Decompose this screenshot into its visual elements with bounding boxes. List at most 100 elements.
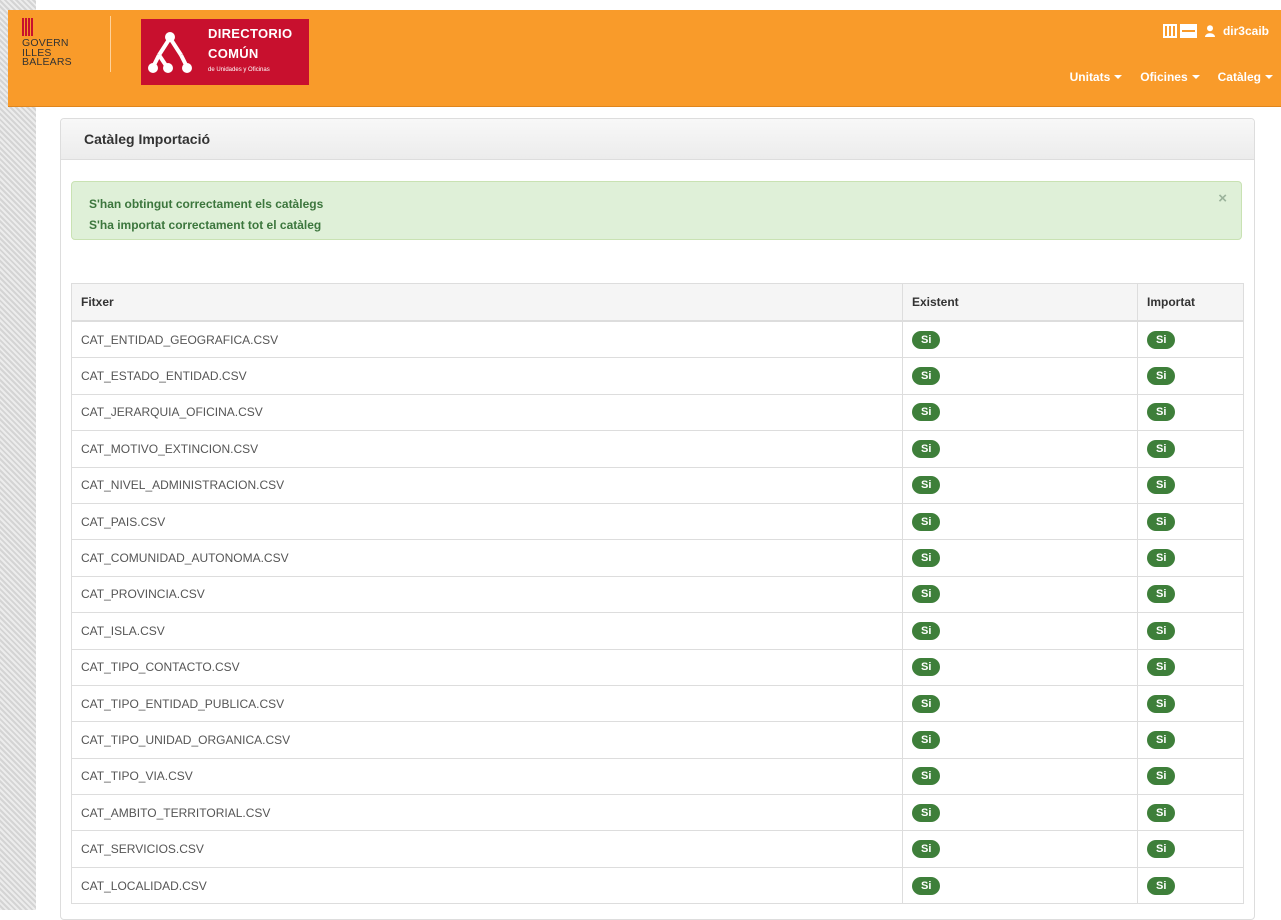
table-row: CAT_MOTIVO_EXTINCION.CSV Si Si bbox=[71, 430, 1244, 468]
importat-cell: Si bbox=[1137, 757, 1244, 795]
existent-cell: Si bbox=[902, 575, 1138, 613]
nav-oficines[interactable]: Oficines bbox=[1140, 70, 1200, 84]
table-row: CAT_ESTADO_ENTIDAD.CSV Si Si bbox=[71, 357, 1244, 395]
file-name-cell: CAT_LOCALIDAD.CSV bbox=[71, 866, 903, 904]
file-name-cell: CAT_JERARQUIA_OFICINA.CSV bbox=[71, 393, 903, 431]
table-row: CAT_TIPO_UNIDAD_ORGANICA.CSV Si Si bbox=[71, 721, 1244, 759]
existent-cell: Si bbox=[902, 794, 1138, 831]
existent-cell: Si bbox=[902, 757, 1138, 795]
file-name-cell: CAT_NIVEL_ADMINISTRACION.CSV bbox=[71, 466, 903, 504]
existent-status-badge: Si bbox=[912, 512, 941, 531]
existent-cell: Si bbox=[902, 466, 1138, 504]
nav-cataleg[interactable]: Catàleg bbox=[1218, 70, 1273, 84]
table-row: CAT_COMUNIDAD_AUTONOMA.CSV Si Si bbox=[71, 539, 1244, 577]
existent-cell: Si bbox=[902, 648, 1138, 686]
logo-title-line2: COMÚN bbox=[208, 46, 259, 61]
alert-message: S'ha importat correctament tot el catàle… bbox=[89, 218, 322, 232]
existent-cell: Si bbox=[902, 320, 1138, 358]
existent-cell: Si bbox=[902, 684, 1138, 722]
file-name-cell: CAT_AMBITO_TERRITORIAL.CSV bbox=[71, 794, 903, 831]
file-name-cell: CAT_COMUNIDAD_AUTONOMA.CSV bbox=[71, 539, 903, 577]
catalog-import-panel: Catàleg Importació S'han obtingut correc… bbox=[60, 118, 1255, 920]
file-name-cell: CAT_SERVICIOS.CSV bbox=[71, 830, 903, 868]
catalog-table-body: CAT_ENTIDAD_GEOGRAFICA.CSV Si Si CAT_ESTADO… bbox=[71, 320, 1244, 904]
importat-cell: Si bbox=[1137, 648, 1244, 686]
close-icon[interactable]: × bbox=[1218, 190, 1227, 207]
importat-status-badge: Si bbox=[1147, 512, 1176, 531]
importat-status-badge: Si bbox=[1147, 803, 1176, 822]
logo-tagline: de Unidades y Oficinas bbox=[208, 67, 270, 73]
table-header-row: Fitxer Existent Importat bbox=[71, 283, 1244, 322]
side-pattern bbox=[0, 0, 36, 910]
table-row: CAT_PROVINCIA.CSV Si Si bbox=[71, 575, 1244, 613]
importat-status-badge: Si bbox=[1147, 367, 1176, 386]
importat-cell: Si bbox=[1137, 539, 1244, 577]
importat-cell: Si bbox=[1137, 502, 1244, 540]
importat-status-badge: Si bbox=[1147, 876, 1176, 895]
logo-divider bbox=[110, 16, 111, 72]
file-name-cell: CAT_ESTADO_ENTIDAD.CSV bbox=[71, 357, 903, 395]
importat-status-badge: Si bbox=[1147, 694, 1176, 713]
existent-cell: Si bbox=[902, 539, 1138, 577]
importat-cell: Si bbox=[1137, 430, 1244, 468]
alert-message: S'han obtingut correctament els catàlegs bbox=[89, 197, 324, 211]
existent-status-badge: Si bbox=[912, 403, 941, 422]
existent-cell: Si bbox=[902, 866, 1138, 904]
user-area: dir3caib bbox=[1162, 24, 1269, 38]
table-row: CAT_NIVEL_ADMINISTRACION.CSV Si Si bbox=[71, 466, 1244, 504]
panel-title: Catàleg Importació bbox=[61, 119, 1254, 160]
nav-unitats[interactable]: Unitats bbox=[1070, 70, 1123, 84]
existent-status-badge: Si bbox=[912, 549, 941, 568]
catalog-table: Fitxer Existent Importat CAT_ENTIDAD_GEO… bbox=[71, 283, 1244, 905]
caret-down-icon bbox=[1265, 75, 1273, 79]
main-nav: Unitats Oficines Catàleg bbox=[1070, 70, 1273, 84]
importat-cell: Si bbox=[1137, 794, 1244, 831]
importat-status-badge: Si bbox=[1147, 476, 1176, 495]
flag-icon bbox=[22, 18, 34, 36]
importat-cell: Si bbox=[1137, 575, 1244, 613]
importat-status-badge: Si bbox=[1147, 403, 1176, 422]
tree-network-icon bbox=[148, 32, 192, 73]
importat-cell: Si bbox=[1137, 393, 1244, 431]
file-name-cell: CAT_TIPO_ENTIDAD_PUBLICA.CSV bbox=[71, 684, 903, 722]
importat-cell: Si bbox=[1137, 684, 1244, 722]
file-name-cell: CAT_TIPO_CONTACTO.CSV bbox=[71, 648, 903, 686]
importat-cell: Si bbox=[1137, 357, 1244, 395]
layout-columns-icon[interactable] bbox=[1162, 24, 1197, 38]
existent-cell: Si bbox=[902, 830, 1138, 868]
header-importat: Importat bbox=[1137, 283, 1244, 322]
user-icon bbox=[1204, 25, 1215, 37]
importat-status-badge: Si bbox=[1147, 439, 1176, 458]
importat-status-badge: Si bbox=[1147, 730, 1176, 749]
existent-cell: Si bbox=[902, 430, 1138, 468]
existent-status-badge: Si bbox=[912, 621, 941, 640]
existent-cell: Si bbox=[902, 393, 1138, 431]
directorio-comun-logo[interactable]: DIRECTORIO COMÚN de Unidades y Oficinas bbox=[141, 19, 309, 85]
existent-status-badge: Si bbox=[912, 658, 941, 677]
importat-cell: Si bbox=[1137, 320, 1244, 358]
table-row: CAT_PAIS.CSV Si Si bbox=[71, 502, 1244, 540]
file-name-cell: CAT_MOTIVO_EXTINCION.CSV bbox=[71, 430, 903, 468]
header-existent: Existent bbox=[902, 283, 1138, 322]
caret-down-icon bbox=[1114, 75, 1123, 79]
existent-status-badge: Si bbox=[912, 330, 941, 349]
table-row: CAT_ENTIDAD_GEOGRAFICA.CSV Si Si bbox=[71, 320, 1244, 358]
existent-status-badge: Si bbox=[912, 876, 941, 895]
existent-status-badge: Si bbox=[912, 730, 941, 749]
govern-illes-balears-logo[interactable]: GOVERN ILLES BALEARS bbox=[22, 18, 102, 98]
importat-cell: Si bbox=[1137, 612, 1244, 650]
existent-cell: Si bbox=[902, 357, 1138, 395]
top-navbar: GOVERN ILLES BALEARS DIRECTORIO COMÚN de… bbox=[8, 10, 1281, 107]
username-link[interactable]: dir3caib bbox=[1223, 24, 1269, 38]
file-name-cell: CAT_TIPO_UNIDAD_ORGANICA.CSV bbox=[71, 721, 903, 759]
table-row: CAT_JERARQUIA_OFICINA.CSV Si Si bbox=[71, 393, 1244, 431]
table-row: CAT_TIPO_ENTIDAD_PUBLICA.CSV Si Si bbox=[71, 684, 1244, 722]
importat-status-badge: Si bbox=[1147, 330, 1176, 349]
existent-status-badge: Si bbox=[912, 803, 941, 822]
existent-cell: Si bbox=[902, 721, 1138, 759]
importat-cell: Si bbox=[1137, 721, 1244, 759]
importat-status-badge: Si bbox=[1147, 621, 1176, 640]
existent-cell: Si bbox=[902, 612, 1138, 650]
success-alert: S'han obtingut correctament els catàlegs… bbox=[71, 181, 1242, 240]
existent-status-badge: Si bbox=[912, 476, 941, 495]
